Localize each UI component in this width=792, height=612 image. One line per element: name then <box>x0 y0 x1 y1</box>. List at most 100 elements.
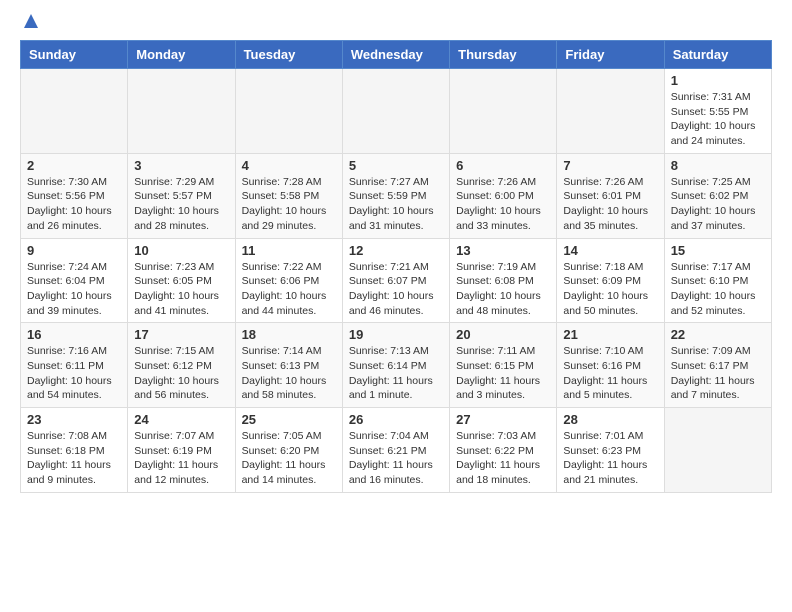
day-number: 2 <box>27 158 121 173</box>
calendar-cell: 3 Sunrise: 7:29 AM Sunset: 5:57 PM Daylig… <box>128 153 235 238</box>
calendar-cell: 10 Sunrise: 7:23 AM Sunset: 6:05 PM Dayli… <box>128 238 235 323</box>
day-info: Sunrise: 7:01 AM Sunset: 6:23 PM Dayligh… <box>563 429 657 488</box>
day-info: Sunrise: 7:19 AM Sunset: 6:08 PM Dayligh… <box>456 260 550 319</box>
day-number: 8 <box>671 158 765 173</box>
weekday-header: Sunday <box>21 41 128 69</box>
day-info: Sunrise: 7:05 AM Sunset: 6:20 PM Dayligh… <box>242 429 336 488</box>
calendar-cell: 17 Sunrise: 7:15 AM Sunset: 6:12 PM Dayli… <box>128 323 235 408</box>
page-header <box>20 20 772 30</box>
weekday-header: Saturday <box>664 41 771 69</box>
calendar-cell: 23 Sunrise: 7:08 AM Sunset: 6:18 PM Dayli… <box>21 408 128 493</box>
logo <box>20 20 40 30</box>
day-number: 7 <box>563 158 657 173</box>
calendar-cell: 28 Sunrise: 7:01 AM Sunset: 6:23 PM Dayli… <box>557 408 664 493</box>
calendar-header-row: SundayMondayTuesdayWednesdayThursdayFrid… <box>21 41 772 69</box>
calendar-cell <box>342 69 449 154</box>
calendar-cell: 9 Sunrise: 7:24 AM Sunset: 6:04 PM Daylig… <box>21 238 128 323</box>
day-number: 28 <box>563 412 657 427</box>
day-info: Sunrise: 7:29 AM Sunset: 5:57 PM Dayligh… <box>134 175 228 234</box>
day-number: 9 <box>27 243 121 258</box>
calendar-cell: 8 Sunrise: 7:25 AM Sunset: 6:02 PM Daylig… <box>664 153 771 238</box>
calendar-cell: 19 Sunrise: 7:13 AM Sunset: 6:14 PM Dayli… <box>342 323 449 408</box>
day-info: Sunrise: 7:14 AM Sunset: 6:13 PM Dayligh… <box>242 344 336 403</box>
calendar-cell <box>128 69 235 154</box>
logo-icon <box>22 12 40 30</box>
day-number: 3 <box>134 158 228 173</box>
day-number: 18 <box>242 327 336 342</box>
day-number: 13 <box>456 243 550 258</box>
day-number: 17 <box>134 327 228 342</box>
calendar-cell: 12 Sunrise: 7:21 AM Sunset: 6:07 PM Dayli… <box>342 238 449 323</box>
day-number: 1 <box>671 73 765 88</box>
calendar-cell: 7 Sunrise: 7:26 AM Sunset: 6:01 PM Daylig… <box>557 153 664 238</box>
day-info: Sunrise: 7:30 AM Sunset: 5:56 PM Dayligh… <box>27 175 121 234</box>
calendar-cell: 21Sunrise: 7:10 AM Sunset: 6:16 PM Dayli… <box>557 323 664 408</box>
calendar-cell: 26 Sunrise: 7:04 AM Sunset: 6:21 PM Dayli… <box>342 408 449 493</box>
day-info: Sunrise: 7:04 AM Sunset: 6:21 PM Dayligh… <box>349 429 443 488</box>
day-info: Sunrise: 7:26 AM Sunset: 6:01 PM Dayligh… <box>563 175 657 234</box>
calendar-cell <box>235 69 342 154</box>
weekday-header: Wednesday <box>342 41 449 69</box>
day-number: 24 <box>134 412 228 427</box>
day-number: 12 <box>349 243 443 258</box>
calendar-cell: 11 Sunrise: 7:22 AM Sunset: 6:06 PM Dayli… <box>235 238 342 323</box>
weekday-header: Monday <box>128 41 235 69</box>
day-number: 27 <box>456 412 550 427</box>
day-number: 5 <box>349 158 443 173</box>
day-info: Sunrise: 7:24 AM Sunset: 6:04 PM Dayligh… <box>27 260 121 319</box>
day-info: Sunrise: 7:16 AM Sunset: 6:11 PM Dayligh… <box>27 344 121 403</box>
calendar-cell: 25 Sunrise: 7:05 AM Sunset: 6:20 PM Dayli… <box>235 408 342 493</box>
day-info: Sunrise: 7:27 AM Sunset: 5:59 PM Dayligh… <box>349 175 443 234</box>
calendar-cell: 18 Sunrise: 7:14 AM Sunset: 6:13 PM Dayli… <box>235 323 342 408</box>
day-number: 14 <box>563 243 657 258</box>
calendar-cell: 1 Sunrise: 7:31 AM Sunset: 5:55 PM Daylig… <box>664 69 771 154</box>
day-info: Sunrise: 7:31 AM Sunset: 5:55 PM Dayligh… <box>671 90 765 149</box>
day-number: 4 <box>242 158 336 173</box>
calendar-week-row: 23 Sunrise: 7:08 AM Sunset: 6:18 PM Dayli… <box>21 408 772 493</box>
calendar-week-row: 2 Sunrise: 7:30 AM Sunset: 5:56 PM Daylig… <box>21 153 772 238</box>
day-number: 20 <box>456 327 550 342</box>
weekday-header: Tuesday <box>235 41 342 69</box>
calendar-cell <box>557 69 664 154</box>
day-info: Sunrise: 7:21 AM Sunset: 6:07 PM Dayligh… <box>349 260 443 319</box>
calendar-cell: 5 Sunrise: 7:27 AM Sunset: 5:59 PM Daylig… <box>342 153 449 238</box>
day-number: 26 <box>349 412 443 427</box>
day-info: Sunrise: 7:17 AM Sunset: 6:10 PM Dayligh… <box>671 260 765 319</box>
day-info: Sunrise: 7:28 AM Sunset: 5:58 PM Dayligh… <box>242 175 336 234</box>
calendar-cell: 2 Sunrise: 7:30 AM Sunset: 5:56 PM Daylig… <box>21 153 128 238</box>
calendar-cell: 27 Sunrise: 7:03 AM Sunset: 6:22 PM Dayli… <box>450 408 557 493</box>
day-info: Sunrise: 7:09 AM Sunset: 6:17 PM Dayligh… <box>671 344 765 403</box>
day-number: 21 <box>563 327 657 342</box>
day-info: Sunrise: 7:08 AM Sunset: 6:18 PM Dayligh… <box>27 429 121 488</box>
calendar-cell: 15 Sunrise: 7:17 AM Sunset: 6:10 PM Dayli… <box>664 238 771 323</box>
day-number: 22 <box>671 327 765 342</box>
day-info: Sunrise: 7:15 AM Sunset: 6:12 PM Dayligh… <box>134 344 228 403</box>
day-info: Sunrise: 7:13 AM Sunset: 6:14 PM Dayligh… <box>349 344 443 403</box>
day-info: Sunrise: 7:11 AM Sunset: 6:15 PM Dayligh… <box>456 344 550 403</box>
calendar-week-row: 9 Sunrise: 7:24 AM Sunset: 6:04 PM Daylig… <box>21 238 772 323</box>
day-number: 23 <box>27 412 121 427</box>
day-info: Sunrise: 7:22 AM Sunset: 6:06 PM Dayligh… <box>242 260 336 319</box>
day-number: 11 <box>242 243 336 258</box>
day-number: 19 <box>349 327 443 342</box>
weekday-header: Friday <box>557 41 664 69</box>
calendar-cell: 4 Sunrise: 7:28 AM Sunset: 5:58 PM Daylig… <box>235 153 342 238</box>
calendar-week-row: 16 Sunrise: 7:16 AM Sunset: 6:11 PM Dayli… <box>21 323 772 408</box>
day-info: Sunrise: 7:03 AM Sunset: 6:22 PM Dayligh… <box>456 429 550 488</box>
day-number: 16 <box>27 327 121 342</box>
calendar-table: SundayMondayTuesdayWednesdayThursdayFrid… <box>20 40 772 493</box>
day-number: 15 <box>671 243 765 258</box>
day-number: 6 <box>456 158 550 173</box>
day-info: Sunrise: 7:23 AM Sunset: 6:05 PM Dayligh… <box>134 260 228 319</box>
calendar-cell: 20 Sunrise: 7:11 AM Sunset: 6:15 PM Dayli… <box>450 323 557 408</box>
calendar-cell: 6Sunrise: 7:26 AM Sunset: 6:00 PM Daylig… <box>450 153 557 238</box>
day-info: Sunrise: 7:07 AM Sunset: 6:19 PM Dayligh… <box>134 429 228 488</box>
day-number: 25 <box>242 412 336 427</box>
calendar-cell: 14Sunrise: 7:18 AM Sunset: 6:09 PM Dayli… <box>557 238 664 323</box>
day-info: Sunrise: 7:25 AM Sunset: 6:02 PM Dayligh… <box>671 175 765 234</box>
day-number: 10 <box>134 243 228 258</box>
calendar-cell <box>664 408 771 493</box>
calendar-cell: 24 Sunrise: 7:07 AM Sunset: 6:19 PM Dayli… <box>128 408 235 493</box>
calendar-cell: 16 Sunrise: 7:16 AM Sunset: 6:11 PM Dayli… <box>21 323 128 408</box>
calendar-cell <box>21 69 128 154</box>
